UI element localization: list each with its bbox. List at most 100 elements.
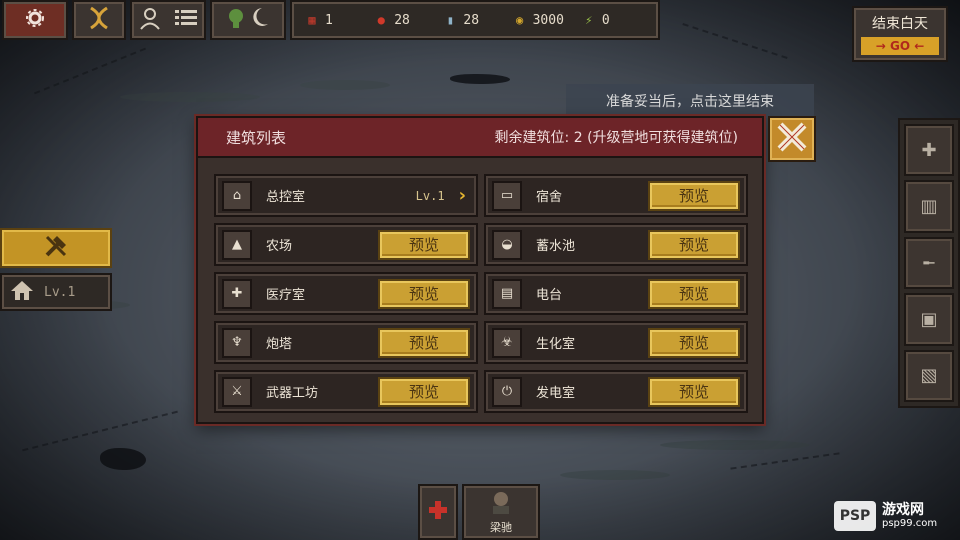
watermark-url: psp99.com (882, 518, 938, 530)
home-icon (10, 279, 34, 305)
survivor-icon (139, 6, 161, 34)
close-dialog-button[interactable] (768, 116, 816, 162)
settings-button[interactable] (2, 0, 68, 40)
resource-bar: ▦ 1 ● 28 ▮ 28 ◉ 3000 ⚡ 0 (290, 0, 660, 40)
energy-icon: ⚡ (585, 13, 593, 27)
resource-value: 28 (394, 12, 410, 28)
remaining-slots-text: 剩余建筑位: 2 (升级营地可获得建筑位) (494, 130, 738, 146)
resource-coins: ◉ 3000 (512, 12, 577, 28)
building-row[interactable]: ⌂ 总控室 Lv.1 › (214, 174, 478, 217)
bed-icon: ▭ (492, 180, 522, 211)
turret-icon: ♆ (222, 327, 252, 358)
dna-button[interactable] (72, 0, 126, 40)
building-name: 农场 (266, 239, 293, 254)
building-row: ✚ 医疗室 预览 (214, 272, 478, 315)
dialog-title: 建筑列表 (226, 128, 287, 147)
watermark-logo: PSP (834, 501, 876, 531)
building-name: 医疗室 (266, 288, 306, 303)
building-name: 电台 (536, 288, 563, 303)
go-label: → GO ← (861, 37, 939, 55)
rifle-slot[interactable]: ╾ (904, 236, 954, 290)
preview-button[interactable]: 预览 (648, 376, 740, 407)
resource-value: 0 (601, 12, 610, 28)
resource-energy: ⚡ 0 (581, 12, 646, 28)
building-level: Lv.1 (415, 188, 445, 203)
building-name: 武器工坊 (266, 386, 319, 401)
camp-level-button[interactable]: Lv.1 (0, 273, 112, 311)
weapon-workshop-icon: ⚔ (222, 376, 252, 407)
home-icon: ⌂ (222, 180, 252, 211)
preview-button[interactable]: 预览 (648, 327, 740, 358)
preview-button[interactable]: 预览 (378, 229, 470, 260)
zombie-moon-icon (224, 5, 272, 35)
coins-icon: ◉ (515, 13, 524, 27)
gear-icon (26, 9, 44, 31)
water-icon: ▮ (446, 13, 455, 27)
building-name: 炮塔 (266, 337, 293, 352)
building-name: 发电室 (536, 386, 576, 401)
avatar (488, 489, 514, 519)
end-day-tooltip: 准备妥当后，点击这里结束 (566, 84, 814, 118)
resource-value: 3000 (532, 12, 564, 28)
building-row: ◒ 蓄水池 预览 (484, 223, 748, 266)
building-row: ▲ 农场 预览 (214, 223, 478, 266)
resource-calendar: ▦ 1 (304, 12, 369, 28)
supplies-icon: ▥ (920, 196, 938, 218)
bottom-bar: 梁驰 (418, 484, 542, 540)
radio-icon: ▤ (492, 278, 522, 309)
medkit-slot[interactable]: ✚ (904, 124, 954, 177)
building-name: 宿舍 (536, 190, 563, 205)
preview-button[interactable]: 预览 (648, 180, 740, 211)
building-row: ▭ 宿舍 预览 (484, 174, 748, 217)
camp-level-label: Lv.1 (44, 284, 76, 300)
medkit-icon: ✚ (222, 278, 252, 309)
building-list-dialog: 建筑列表 剩余建筑位: 2 (升级营地可获得建筑位) ⌂ 总控室 Lv.1 › ▭ 宿舍预… (196, 116, 764, 424)
medkit-icon: ✚ (921, 139, 937, 161)
map-slot[interactable]: ▧ (904, 349, 954, 403)
chevron-right-icon[interactable]: › (459, 185, 466, 206)
close-icon (775, 120, 809, 158)
preview-button[interactable]: 预览 (378, 376, 470, 407)
food-icon: ● (377, 13, 385, 27)
resource-value: 28 (463, 12, 480, 28)
dialog-header: 建筑列表 剩余建筑位: 2 (升级营地可获得建筑位) (198, 118, 762, 158)
dna-icon (86, 5, 112, 35)
reservoir-icon: ◒ (492, 229, 522, 260)
building-grid: ⌂ 总控室 Lv.1 › ▭ 宿舍 预览 ▲ 农场 预览 ◒ 蓄水池 预览 ✚ 医疗室 预览 ▤ 电台 预览 ♆ 炮塔预… (214, 174, 748, 413)
farm-icon: ▲ (222, 229, 252, 260)
building-row: ⚔ 武器工坊 预览 (214, 370, 478, 413)
end-day-button[interactable]: 结束白天 → GO ← (852, 6, 948, 62)
resource-value: 1 (325, 12, 333, 28)
preview-button[interactable]: 预览 (648, 278, 740, 309)
hammer-icon (43, 233, 69, 263)
building-row: ▤ 电台 预览 (484, 272, 748, 315)
power-icon: ⏻ (492, 376, 522, 407)
build-button[interactable] (0, 228, 112, 268)
preview-button[interactable]: 预览 (378, 327, 470, 358)
building-name: 生化室 (536, 337, 576, 352)
character-name: 梁驰 (490, 521, 512, 534)
survivors-button[interactable] (130, 0, 206, 40)
heal-button[interactable] (418, 484, 458, 540)
watermark-title: 游戏网 (882, 501, 924, 518)
resource-food: ● 28 (373, 12, 438, 28)
red-cross-icon (427, 499, 449, 525)
building-row: ⏻ 发电室 预览 (484, 370, 748, 413)
character-portrait[interactable]: 梁驰 (462, 484, 540, 540)
weather-button[interactable] (210, 0, 286, 40)
building-name: 蓄水池 (536, 239, 576, 254)
map-icon: ▧ (920, 365, 938, 387)
supplies-slot[interactable]: ▥ (904, 180, 954, 233)
battery-icon: ▣ (920, 308, 938, 330)
battery-slot[interactable]: ▣ (904, 293, 954, 346)
preview-button[interactable]: 预览 (378, 278, 470, 309)
preview-button[interactable]: 预览 (648, 229, 740, 260)
calendar-icon: ▦ (308, 13, 316, 27)
biohazard-icon: ☣ (492, 327, 522, 358)
building-row: ♆ 炮塔 预览 (214, 321, 478, 364)
end-day-label: 结束白天 (872, 16, 928, 32)
rifle-icon: ╾ (923, 252, 935, 274)
building-row: ☣ 生化室 预览 (484, 321, 748, 364)
inventory-side-panel: ✚ ▥ ╾ ▣ ▧ (898, 118, 960, 408)
building-name: 总控室 (266, 190, 306, 205)
